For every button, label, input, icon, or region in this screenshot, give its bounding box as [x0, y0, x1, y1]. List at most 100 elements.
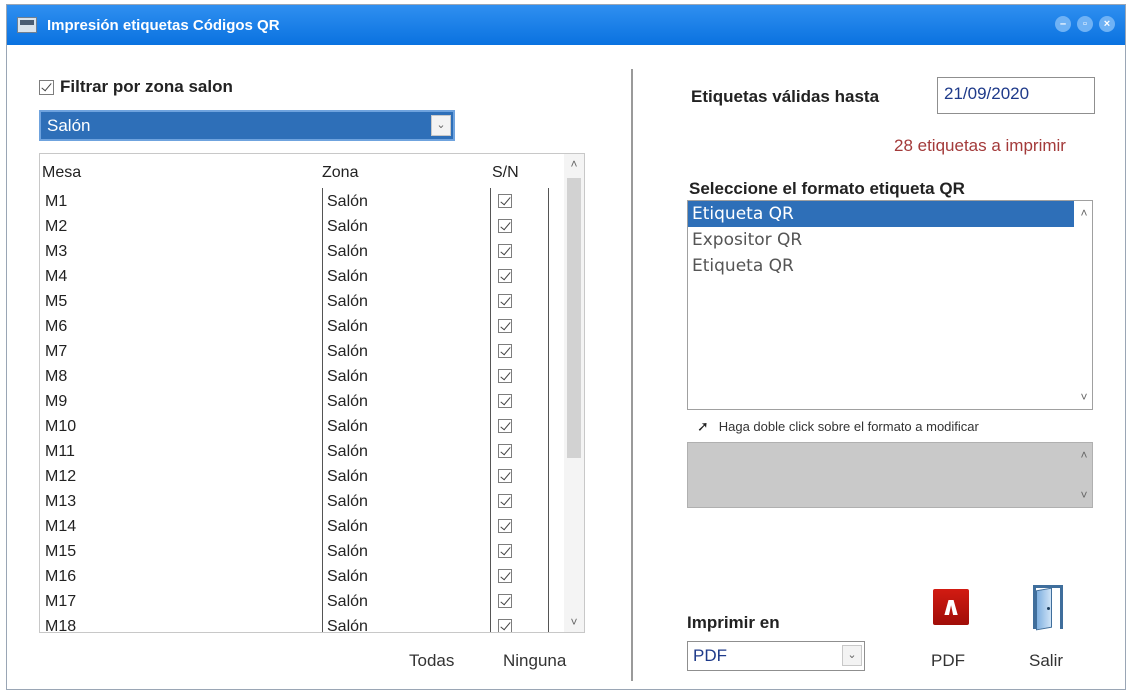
pdf-icon[interactable]: [933, 589, 969, 625]
format-list-item[interactable]: Expositor QR: [688, 227, 1074, 253]
format-notes-area[interactable]: ˄ ˅: [687, 442, 1093, 508]
chevron-up-icon[interactable]: ˄: [1074, 445, 1094, 465]
row-sn-checkbox[interactable]: [498, 519, 512, 533]
row-sn-checkbox[interactable]: [498, 269, 512, 283]
table-row[interactable]: M10 Salón: [40, 415, 564, 440]
table-row[interactable]: M17 Salón: [40, 590, 564, 615]
row-zona: Salón: [327, 343, 368, 360]
validity-label: Etiquetas válidas hasta: [691, 87, 880, 106]
row-zona: Salón: [327, 443, 368, 460]
select-none-button[interactable]: Ninguna: [503, 651, 566, 671]
filter-zone-checkbox[interactable]: Filtrar por zona salon: [39, 77, 233, 97]
table-row[interactable]: M13 Salón: [40, 490, 564, 515]
grid-scrollbar[interactable]: ˄ ˅: [564, 154, 584, 632]
table-row[interactable]: M16 Salón: [40, 565, 564, 590]
table-row[interactable]: M9 Salón: [40, 390, 564, 415]
row-mesa: M14: [45, 518, 77, 535]
row-mesa: M7: [45, 343, 68, 360]
row-zona: Salón: [327, 543, 368, 560]
row-mesa: M1: [45, 193, 68, 210]
table-row[interactable]: M15 Salón: [40, 540, 564, 565]
chevron-down-icon[interactable]: ˅: [564, 612, 584, 632]
row-zona: Salón: [327, 493, 368, 510]
zone-select-value: Salón: [47, 116, 91, 135]
row-sn-checkbox[interactable]: [498, 494, 512, 508]
row-sn-checkbox[interactable]: [498, 194, 512, 208]
table-row[interactable]: M3 Salón: [40, 240, 564, 265]
row-sn-checkbox[interactable]: [498, 469, 512, 483]
table-row[interactable]: M4 Salón: [40, 265, 564, 290]
chevron-down-icon[interactable]: ⌄: [842, 645, 862, 666]
checkbox-icon[interactable]: [39, 79, 54, 95]
chevron-down-icon[interactable]: ˅: [1074, 387, 1094, 407]
select-all-button[interactable]: Todas: [409, 651, 454, 671]
row-zona: Salón: [327, 468, 368, 485]
chevron-down-icon[interactable]: ⌄: [431, 115, 451, 136]
table-row[interactable]: M11 Salón: [40, 440, 564, 465]
row-sn-checkbox[interactable]: [498, 244, 512, 258]
table-row[interactable]: M6 Salón: [40, 315, 564, 340]
print-to-select[interactable]: PDF ⌄: [687, 641, 865, 671]
header-sn[interactable]: S/N: [492, 164, 519, 182]
format-list-scrollbar[interactable]: ˄ ˅: [1074, 201, 1092, 409]
row-zona: Salón: [327, 193, 368, 210]
table-row[interactable]: M12 Salón: [40, 465, 564, 490]
table-row[interactable]: M7 Salón: [40, 340, 564, 365]
row-sn-checkbox[interactable]: [498, 344, 512, 358]
row-sn-checkbox[interactable]: [498, 444, 512, 458]
row-zona: Salón: [327, 568, 368, 585]
format-list[interactable]: Etiqueta QR Expositor QR Etiqueta QR ˄ ˅: [687, 200, 1093, 410]
chevron-up-icon[interactable]: ˄: [564, 154, 584, 174]
row-mesa: M15: [45, 543, 77, 560]
row-sn-checkbox[interactable]: [498, 219, 512, 233]
door-exit-icon[interactable]: [1033, 585, 1065, 631]
filter-zone-label: Filtrar por zona salon: [60, 77, 233, 96]
table-row[interactable]: M8 Salón: [40, 365, 564, 390]
row-zona: Salón: [327, 318, 368, 335]
table-row[interactable]: M1 Salón: [40, 190, 564, 215]
table-row[interactable]: M18 Salón: [40, 615, 564, 633]
table-row[interactable]: M5 Salón: [40, 290, 564, 315]
row-zona: Salón: [327, 218, 368, 235]
scrollbar-thumb[interactable]: [567, 178, 581, 458]
window-title: Impresión etiquetas Códigos QR: [47, 16, 280, 34]
table-row[interactable]: M14 Salón: [40, 515, 564, 540]
row-mesa: M9: [45, 393, 68, 410]
row-sn-checkbox[interactable]: [498, 319, 512, 333]
validity-date-input[interactable]: 21/09/2020: [937, 77, 1095, 114]
row-sn-checkbox[interactable]: [498, 419, 512, 433]
format-items: Etiqueta QR Expositor QR Etiqueta QR: [688, 201, 1092, 279]
table-row[interactable]: M2 Salón: [40, 215, 564, 240]
chevron-up-icon[interactable]: ˄: [1074, 203, 1094, 223]
row-sn-checkbox[interactable]: [498, 294, 512, 308]
header-zona[interactable]: Zona: [322, 164, 358, 182]
header-mesa[interactable]: Mesa: [42, 164, 81, 182]
zone-select[interactable]: Salón ⌄: [39, 110, 455, 141]
row-zona: Salón: [327, 243, 368, 260]
row-sn-checkbox[interactable]: [498, 369, 512, 383]
row-sn-checkbox[interactable]: [498, 569, 512, 583]
print-to-value: PDF: [693, 646, 727, 665]
row-zona: Salón: [327, 618, 368, 633]
format-list-item[interactable]: Etiqueta QR: [688, 201, 1074, 227]
row-sn-checkbox[interactable]: [498, 619, 512, 632]
row-mesa: M18: [45, 618, 77, 633]
chevron-down-icon[interactable]: ˅: [1074, 485, 1094, 505]
close-icon[interactable]: ×: [1099, 16, 1115, 32]
row-mesa: M3: [45, 243, 68, 260]
notes-scrollbar[interactable]: ˄ ˅: [1074, 443, 1092, 507]
exit-button[interactable]: Salir: [1029, 651, 1063, 671]
pdf-button[interactable]: PDF: [931, 651, 965, 671]
restore-icon[interactable]: ▫: [1077, 16, 1093, 32]
row-mesa: M10: [45, 418, 77, 435]
row-sn-checkbox[interactable]: [498, 394, 512, 408]
format-list-item[interactable]: Etiqueta QR: [688, 253, 1074, 279]
row-mesa: M4: [45, 268, 68, 285]
row-mesa: M11: [45, 443, 75, 460]
main-window: Impresión etiquetas Códigos QR – ▫ × Fil…: [6, 4, 1126, 690]
row-sn-checkbox[interactable]: [498, 544, 512, 558]
row-sn-checkbox[interactable]: [498, 594, 512, 608]
grid-header: Mesa Zona S/N: [40, 154, 564, 188]
minimize-icon[interactable]: –: [1055, 16, 1071, 32]
row-mesa: M2: [45, 218, 68, 235]
